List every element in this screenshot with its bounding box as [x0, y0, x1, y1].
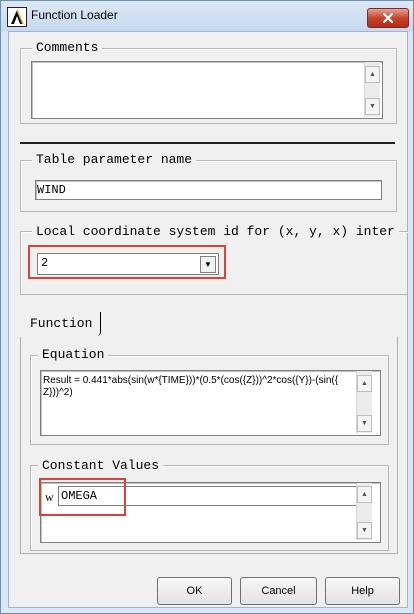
scroll-down-icon[interactable]: ▼ [357, 522, 372, 539]
separator-line [20, 142, 395, 144]
comments-scrollbar[interactable]: ▲ ▼ [364, 62, 380, 117]
help-button[interactable]: Help [325, 577, 400, 605]
equation-scrollbar[interactable]: ▲ ▼ [356, 371, 372, 433]
close-button[interactable] [367, 8, 409, 28]
coord-system-highlight [28, 245, 226, 279]
equation-line-2: Z}))^2) [43, 387, 73, 398]
close-icon [382, 12, 394, 24]
constants-legend: Constant Values [38, 458, 164, 473]
tab-edge [97, 312, 101, 336]
scroll-up-icon[interactable]: ▲ [365, 66, 380, 83]
scroll-down-icon[interactable]: ▼ [365, 98, 380, 115]
comments-textarea[interactable] [31, 61, 383, 119]
equation-textarea[interactable]: Result = 0.441*abs(sin(w*{TIME}))*(0.5*(… [40, 370, 381, 436]
function-loader-window: Function Loader Comments ▲ ▼ Table param… [0, 0, 414, 614]
scroll-down-icon[interactable]: ▼ [357, 415, 372, 432]
comments-legend: Comments [32, 40, 103, 55]
cancel-button[interactable]: Cancel [240, 577, 317, 605]
ansys-logo-icon [7, 7, 27, 27]
title-bar[interactable]: Function Loader [1, 1, 413, 31]
coord-system-legend: Local coordinate system id for (x, y, x)… [32, 224, 399, 239]
scroll-up-icon[interactable]: ▲ [357, 375, 372, 392]
tab-function[interactable]: Function [30, 316, 92, 331]
table-param-legend: Table parameter name [32, 152, 197, 167]
table-param-input[interactable]: WIND [35, 180, 382, 200]
window-title: Function Loader [31, 8, 118, 22]
equation-legend: Equation [38, 347, 109, 362]
dialog-client: Comments ▲ ▼ Table parameter name WIND L… [8, 31, 408, 608]
constants-scrollbar[interactable]: ▲ ▼ [356, 483, 372, 540]
equation-line-1: Result = 0.441*abs(sin(w*{TIME}))*(0.5*(… [43, 375, 339, 386]
ok-button[interactable]: OK [157, 577, 232, 605]
scroll-up-icon[interactable]: ▲ [357, 486, 372, 503]
constant-w-highlight [39, 478, 126, 516]
